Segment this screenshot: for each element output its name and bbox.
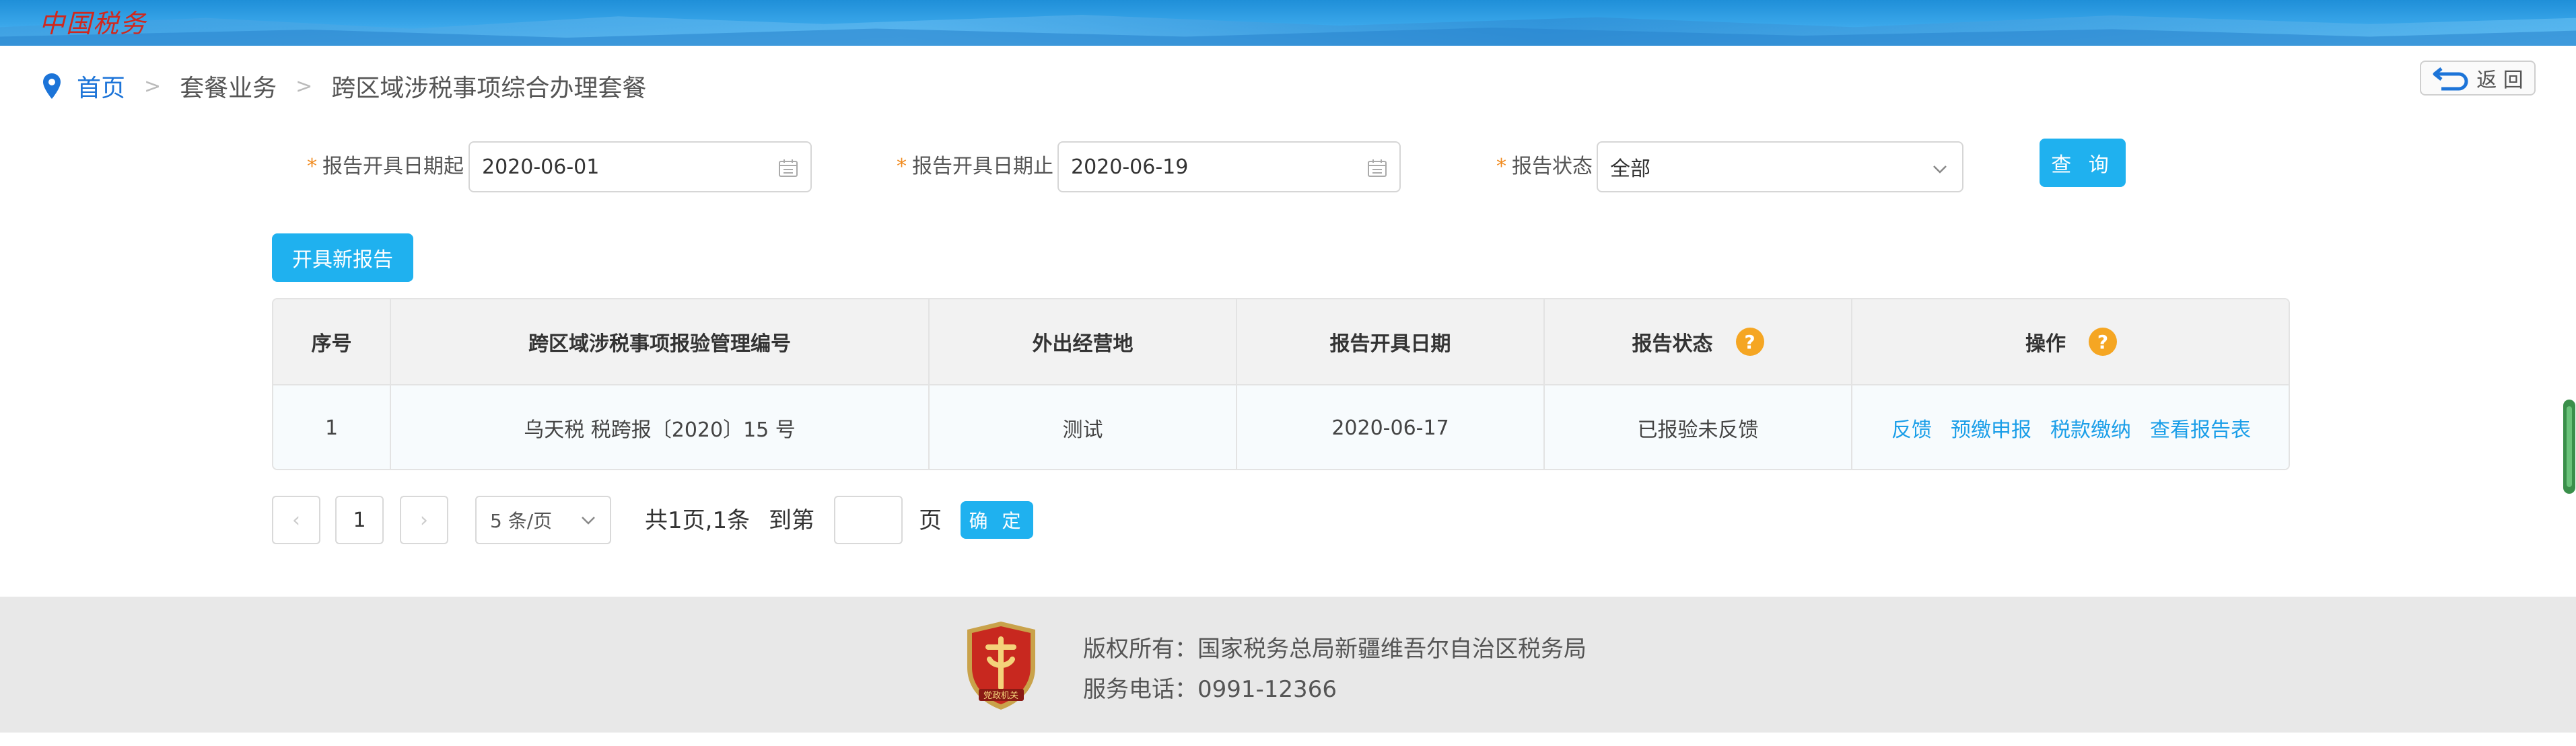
pagination-page-1[interactable]: 1: [335, 496, 384, 544]
svg-text:党政机关: 党政机关: [983, 691, 1018, 701]
query-button[interactable]: 查 询: [2040, 139, 2126, 187]
footer-copyright: 版权所有：国家税务总局新疆维吾尔自治区税务局: [1083, 636, 1587, 663]
header-banner: 中国税务: [0, 0, 2576, 46]
pagination-prev-button[interactable]: ‹: [272, 496, 320, 544]
status-select-value: 全部: [1610, 157, 1650, 181]
end-date-input[interactable]: 2020-06-19: [1057, 141, 1401, 192]
column-header-code: 跨区域涉税事项报验管理编号: [391, 299, 930, 384]
table-row: 1 乌天税 税跨报〔2020〕15 号 测试 2020-06-17 已报验未反馈…: [273, 385, 2289, 469]
status-label-text: 报告状态: [1512, 155, 1593, 178]
column-header-status-text: 报告状态: [1632, 332, 1713, 356]
column-header-index: 序号: [273, 299, 391, 384]
footer: 党政机关 版权所有：国家税务总局新疆维吾尔自治区税务局 服务电话：0991-12…: [0, 597, 2576, 733]
action-prepay-declare-link[interactable]: 预缴申报: [1951, 413, 2031, 443]
page-size-select[interactable]: 5 条/页: [475, 496, 611, 544]
start-date-label-text: 报告开具日期起: [322, 155, 464, 178]
page-size-value: 5 条/页: [490, 510, 553, 532]
status-select[interactable]: 全部: [1597, 141, 1963, 192]
breadcrumb-item-package-business[interactable]: 套餐业务: [180, 69, 277, 104]
start-date-input[interactable]: 2020-06-01: [468, 141, 812, 192]
calendar-icon: [1368, 159, 1387, 177]
back-button[interactable]: 返 回: [2420, 61, 2536, 96]
end-date-label: * 报告开具日期止: [897, 149, 1053, 179]
column-header-location: 外出经营地: [930, 299, 1237, 384]
cell-index: 1: [273, 385, 391, 469]
chevron-down-icon: [1933, 165, 1947, 174]
pagination-total: 共1页,1条: [645, 507, 751, 534]
help-icon[interactable]: ?: [1735, 328, 1764, 356]
breadcrumb-home-link[interactable]: 首页: [77, 69, 125, 104]
action-view-report-link[interactable]: 查看报告表: [2150, 413, 2251, 443]
action-tax-payment-link[interactable]: 税款缴纳: [2050, 413, 2131, 443]
back-button-label: 返 回: [2476, 69, 2523, 92]
pagination-goto-input[interactable]: [834, 496, 903, 544]
cell-code: 乌天税 税跨报〔2020〕15 号: [391, 385, 930, 469]
required-mark: *: [897, 155, 907, 178]
cell-status: 已报验未反馈: [1545, 385, 1852, 469]
column-header-actions-text: 操作: [2025, 332, 2066, 356]
report-table: 序号 跨区域涉税事项报验管理编号 外出经营地 报告开具日期 报告状态 ? 操作 …: [272, 298, 2290, 470]
action-feedback-link[interactable]: 反馈: [1891, 413, 1932, 443]
column-header-status: 报告状态 ?: [1545, 299, 1852, 384]
start-date-value: 2020-06-01: [482, 155, 600, 179]
cell-actions: 反馈 预缴申报 税款缴纳 查看报告表: [1852, 385, 2289, 469]
footer-phone: 服务电话：0991-12366: [1083, 676, 1337, 703]
status-label: * 报告状态: [1496, 149, 1593, 179]
table-header: 序号 跨区域涉税事项报验管理编号 外出经营地 报告开具日期 报告状态 ? 操作 …: [273, 299, 2289, 385]
pagination-next-button[interactable]: ›: [400, 496, 448, 544]
column-header-date: 报告开具日期: [1237, 299, 1545, 384]
breadcrumb-separator: >: [295, 74, 313, 98]
start-date-label: * 报告开具日期起: [307, 149, 464, 179]
calendar-icon: [779, 159, 798, 177]
location-pin-icon: [43, 73, 61, 99]
breadcrumb-separator: >: [144, 74, 162, 98]
chevron-down-icon: [582, 517, 595, 525]
party-government-badge-icon: 党政机关: [967, 622, 1035, 710]
required-mark: *: [1496, 155, 1506, 178]
breadcrumb: 首页 > 套餐业务 > 跨区域涉税事项综合办理套餐: [42, 66, 646, 106]
column-header-actions: 操作 ?: [1852, 299, 2289, 384]
pagination-goto-label: 到第: [769, 507, 814, 534]
breadcrumb-item-current: 跨区域涉税事项综合办理套餐: [331, 75, 647, 102]
help-icon[interactable]: ?: [2089, 328, 2117, 356]
cell-location: 测试: [930, 385, 1237, 469]
pagination-confirm-button[interactable]: 确 定: [961, 501, 1033, 539]
return-arrow-icon: [2433, 67, 2468, 91]
new-report-button[interactable]: 开具新报告: [272, 233, 413, 282]
site-logo[interactable]: 中国税务: [39, 3, 147, 40]
required-mark: *: [307, 155, 317, 178]
vertical-scrollbar[interactable]: [2563, 400, 2575, 494]
pagination-page-unit: 页: [919, 507, 942, 534]
end-date-label-text: 报告开具日期止: [912, 155, 1053, 178]
cell-date: 2020-06-17: [1237, 385, 1545, 469]
end-date-value: 2020-06-19: [1071, 155, 1189, 179]
